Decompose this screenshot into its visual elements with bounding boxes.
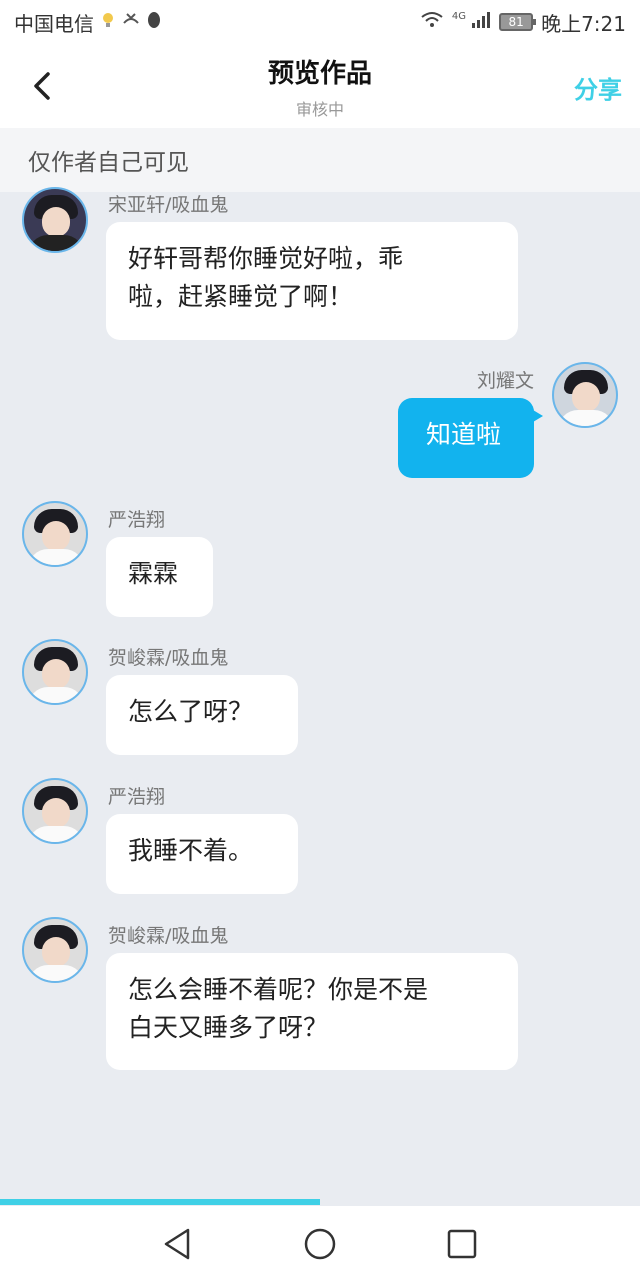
avatar[interactable]: [22, 639, 88, 705]
avatar[interactable]: [22, 917, 88, 983]
battery-icon: 81: [499, 13, 537, 31]
message-line: 怎么会睡不着呢？你是不是: [128, 975, 429, 1004]
signal-icon: 4G: [452, 11, 491, 33]
missed-call-icon: [122, 11, 140, 33]
message-bubble[interactable]: 霖霖: [106, 537, 213, 617]
nav-back-icon: [164, 1228, 190, 1260]
message-bubble[interactable]: 我睡不着。: [106, 814, 298, 894]
lightbulb-icon: [100, 11, 116, 33]
message-bubble[interactable]: 好轩哥帮你睡觉好啦，乖 啦，赶紧睡觉了啊！: [106, 222, 518, 340]
avatar[interactable]: [22, 778, 88, 844]
wifi-icon: [420, 11, 444, 33]
status-bar: 中国电信 4G 81 晚上7:21: [0, 0, 640, 44]
message-bubble[interactable]: 怎么会睡不着呢？你是不是 白天又睡多了呀？: [106, 953, 518, 1070]
nav-home-icon: [304, 1228, 336, 1260]
sender-name: 严浩翔: [108, 509, 166, 531]
share-button[interactable]: 分享: [574, 70, 622, 105]
review-status: 审核中: [295, 99, 344, 119]
back-button[interactable]: [24, 68, 60, 104]
carrier-label: 中国电信: [14, 11, 94, 36]
message-line: 白天又睡多了呀？: [128, 1013, 329, 1042]
nav-recents-button[interactable]: [442, 1224, 482, 1264]
playback-progress: [0, 1199, 640, 1205]
clock: 晚上7:21: [541, 11, 626, 36]
message-bubble[interactable]: 怎么了呀？: [106, 675, 298, 755]
message-line: 好轩哥帮你睡觉好啦，乖: [128, 244, 404, 273]
avatar[interactable]: [22, 501, 88, 567]
app-header: 预览作品 审核中 分享: [0, 44, 640, 128]
qq-penguin-icon: [146, 11, 162, 33]
avatar[interactable]: [22, 187, 88, 253]
message-bubble[interactable]: 知道啦: [398, 398, 543, 478]
system-nav-bar: [0, 1206, 640, 1280]
sender-name: 宋亚轩/吸血鬼: [108, 194, 229, 216]
message-line: 我睡不着。: [128, 836, 254, 865]
back-chevron-icon: [34, 72, 50, 100]
progress-fill: [0, 1199, 320, 1205]
nav-recents-icon: [447, 1229, 477, 1259]
page-title: 预览作品: [267, 58, 372, 89]
sender-name: 严浩翔: [108, 786, 166, 808]
message-line: 霖霖: [128, 559, 179, 588]
network-type-label: 4G: [451, 11, 466, 22]
battery-level: 81: [508, 15, 524, 29]
sender-name: 贺峻霖/吸血鬼: [108, 647, 229, 669]
message-line: 知道啦: [426, 420, 502, 449]
sender-name: 贺峻霖/吸血鬼: [108, 925, 229, 947]
nav-back-button[interactable]: [158, 1224, 198, 1264]
message-line: 怎么了呀？: [128, 697, 254, 726]
visibility-notice: 仅作者自己可见: [0, 128, 640, 192]
sender-name: 刘耀文: [476, 370, 534, 392]
message-line: 啦，赶紧睡觉了啊！: [128, 282, 354, 311]
nav-home-button[interactable]: [300, 1224, 340, 1264]
avatar[interactable]: [552, 362, 618, 428]
